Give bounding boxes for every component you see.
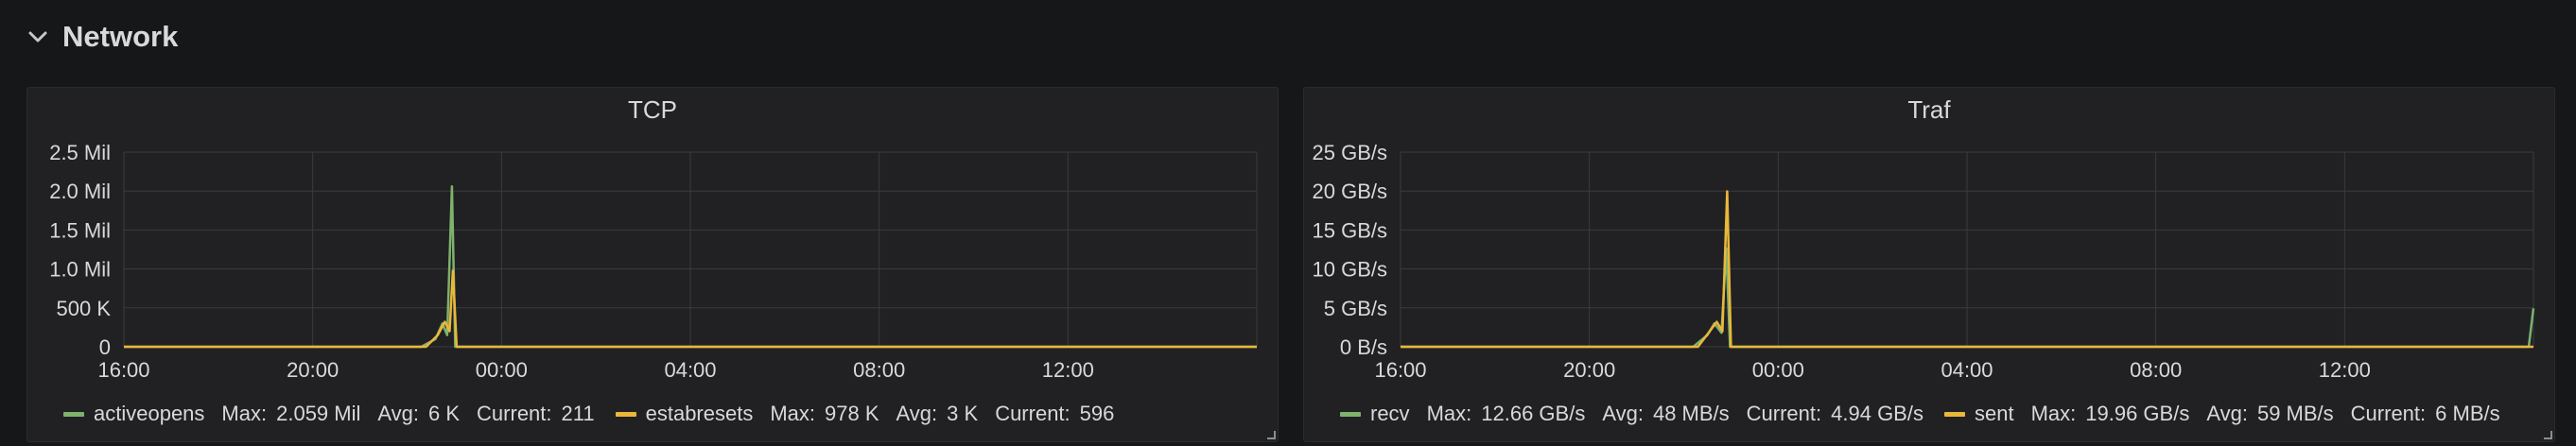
panel-traf[interactable]: Traf 0 B/s 5 GB/s 10 GB/s 15 GB/s 20 GB/s 25 …	[1303, 87, 2555, 442]
y-tick-label: 25 GB/s	[1313, 141, 1387, 164]
y-tick-label: 10 GB/s	[1313, 258, 1387, 282]
legend-max-label: Max:	[221, 402, 268, 425]
legend-current-label: Current:	[1746, 402, 1822, 425]
legend-item-recv[interactable]: recv Max: 12.66 GB/s Avg: 48 MB/s Curren…	[1340, 402, 1923, 426]
x-tick-label: 12:00	[2319, 358, 2371, 382]
x-tick-label: 12:00	[1042, 358, 1094, 382]
legend-item-estabresets[interactable]: estabresets Max: 978 K Avg: 3 K Current:…	[615, 402, 1115, 426]
legend-avg: 3 K	[947, 402, 979, 425]
legend-item-sent[interactable]: sent Max: 19.96 GB/s Avg: 59 MB/s Curren…	[1943, 402, 2500, 426]
legend-series-name: estabresets	[645, 402, 754, 425]
y-tick-label: 1.5 Mil	[49, 218, 111, 242]
resize-handle-icon[interactable]	[2541, 428, 2552, 439]
legend-avg-label: Avg:	[377, 402, 420, 425]
legend-series-name: recv	[1370, 402, 1410, 425]
legend-current-label: Current:	[2350, 402, 2427, 425]
legend-swatch	[1943, 411, 1965, 417]
x-tick-label: 04:00	[1941, 358, 1993, 382]
x-tick-label: 08:00	[853, 358, 905, 382]
tcp-chart: 0 500 K 1.0 Mil 1.5 Mil 2.0 Mil 2.5 Mil 16:00 2…	[49, 141, 1258, 382]
legend-current: 211	[561, 402, 595, 425]
y-tick-label: 1.0 Mil	[49, 258, 111, 282]
x-tick-label: 00:00	[1752, 358, 1804, 382]
x-tick-label: 04:00	[664, 358, 716, 382]
x-tick-label: 08:00	[2130, 358, 2182, 382]
y-tick-label: 2.0 Mil	[49, 180, 111, 203]
legend-current: 596	[1079, 402, 1115, 425]
x-tick-label: 16:00	[1374, 358, 1426, 382]
x-tick-label: 00:00	[476, 358, 528, 382]
legend-max: 2.059 Mil	[276, 402, 361, 425]
legend: recv Max: 12.66 GB/s Avg: 48 MB/s Curren…	[1340, 402, 2500, 426]
legend-current-label: Current:	[477, 402, 552, 425]
legend: activeopens Max: 2.059 Mil Avg: 6 K Curr…	[63, 402, 1114, 426]
legend-current: 6 MB/s	[2435, 402, 2500, 425]
legend-avg: 48 MB/s	[1652, 402, 1730, 425]
y-tick-label: 5 GB/s	[1324, 297, 1387, 320]
legend-series-name: sent	[1974, 402, 2014, 425]
legend-current-label: Current:	[995, 402, 1070, 425]
legend-series-name: activeopens	[94, 402, 205, 425]
traf-chart: 0 B/s 5 GB/s 10 GB/s 15 GB/s 20 GB/s 25 GB/s 1…	[1313, 141, 2535, 382]
legend-item-activeopens[interactable]: activeopens Max: 2.059 Mil Avg: 6 K Curr…	[63, 402, 595, 426]
legend-avg-label: Avg:	[2206, 402, 2248, 425]
legend-swatch	[1340, 411, 1361, 417]
y-tick-label: 500 K	[57, 297, 112, 320]
y-tick-label: 0 B/s	[1340, 335, 1387, 359]
panel-tcp[interactable]: TCP 0 500 K 1.0 Mil 1.5 Mil 2.0 Mil 2.5 Mil 16…	[26, 87, 1279, 442]
legend-max: 978 K	[825, 402, 879, 425]
legend-avg-label: Avg:	[1602, 402, 1644, 425]
legend-max: 12.66 GB/s	[1481, 402, 1586, 425]
legend-avg: 59 MB/s	[2256, 402, 2334, 425]
legend-max-label: Max:	[1426, 402, 1472, 425]
legend-max: 19.96 GB/s	[2085, 402, 2190, 425]
row-title: Network	[62, 20, 179, 53]
row-header-network[interactable]: Network	[26, 13, 178, 60]
y-tick-label: 20 GB/s	[1313, 180, 1387, 203]
x-tick-label: 20:00	[1563, 358, 1615, 382]
legend-avg: 6 K	[428, 402, 461, 425]
chevron-down-icon	[26, 26, 49, 48]
legend-current: 4.94 GB/s	[1831, 402, 1923, 425]
y-tick-label: 0	[99, 335, 111, 359]
legend-avg-label: Avg:	[896, 402, 938, 425]
legend-swatch	[63, 411, 84, 417]
x-tick-label: 16:00	[97, 358, 149, 382]
legend-max-label: Max:	[2030, 402, 2077, 425]
resize-handle-icon[interactable]	[1264, 428, 1276, 439]
legend-swatch	[615, 411, 636, 417]
y-tick-label: 2.5 Mil	[49, 141, 111, 164]
legend-max-label: Max:	[770, 402, 816, 425]
x-tick-label: 20:00	[287, 358, 339, 382]
y-tick-label: 15 GB/s	[1313, 218, 1387, 242]
